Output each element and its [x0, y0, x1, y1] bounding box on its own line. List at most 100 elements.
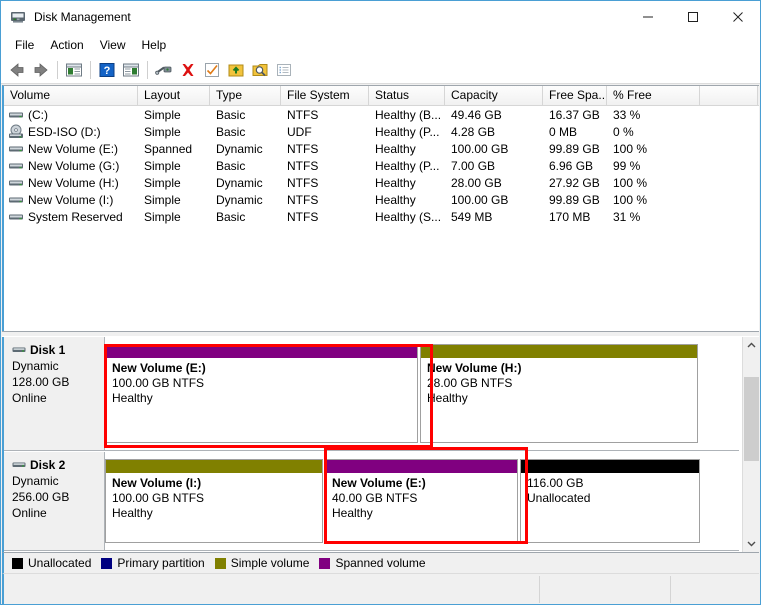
toolbar-separator-3 — [147, 60, 148, 79]
check-icon[interactable] — [200, 58, 224, 82]
cell-capacity: 7.00 GB — [451, 158, 496, 173]
delete-icon[interactable] — [176, 58, 200, 82]
partition-simple[interactable]: New Volume (H:) 28.00 GB NTFS Healthy — [420, 344, 698, 443]
cell-free-space: 99.89 GB — [549, 192, 600, 207]
partition-unallocated[interactable]: 116.00 GB Unallocated — [520, 459, 700, 543]
volume-icon — [8, 175, 24, 191]
table-row[interactable]: New Volume (E:) Spanned Dynamic NTFS Healthy… — [4, 140, 759, 157]
menu-item-action[interactable]: Action — [42, 35, 91, 55]
scrollbar-thumb[interactable] — [744, 377, 759, 461]
cell-volume-label: New Volume (H:) — [28, 175, 119, 190]
cell-percent-free: 100 % — [613, 175, 648, 190]
window-controls — [625, 1, 760, 33]
partition-spanned[interactable]: New Volume (E:) 40.00 GB NTFS Healthy — [325, 459, 518, 543]
table-row[interactable]: New Volume (G:) Simple Basic NTFS Healthy (P… — [4, 157, 759, 174]
column-header-status[interactable]: Status — [369, 86, 445, 105]
column-header-percent-free[interactable]: % Free — [607, 86, 700, 105]
maximize-button[interactable] — [670, 1, 715, 33]
partition-color-bar — [421, 345, 697, 358]
cell-status: Healthy — [375, 192, 416, 207]
partition-color-bar — [326, 460, 517, 473]
back-arrow-icon[interactable] — [5, 58, 29, 82]
cell-free-space: 0 MB — [549, 124, 578, 139]
volume-list-body: (C:) Simple Basic NTFS Healthy (B... 49.46 GB… — [4, 106, 759, 225]
close-button[interactable] — [715, 1, 760, 33]
disk-row[interactable]: Disk 2 Dynamic 256.00 GB Online New Volume (… — [4, 452, 739, 551]
disk-management-icon — [10, 9, 26, 25]
column-header-layout[interactable]: Layout — [138, 86, 210, 105]
disk-type: Dynamic — [12, 359, 59, 373]
detail-view-icon[interactable] — [272, 58, 296, 82]
table-row[interactable]: New Volume (H:) Simple Dynamic NTFS Healthy 2… — [4, 174, 759, 191]
column-header-spacer[interactable] — [700, 86, 758, 105]
menu-item-file[interactable]: File — [7, 35, 42, 55]
column-header-free-space[interactable]: Free Spa... — [543, 86, 607, 105]
column-header-volume[interactable]: Volume — [4, 86, 138, 105]
disk-info-1[interactable]: Disk 1 Dynamic 128.00 GB Online — [4, 337, 105, 450]
scroll-up-icon[interactable] — [743, 337, 759, 354]
partition-status: Healthy — [427, 391, 468, 405]
menu-bar: File Action View Help — [1, 33, 760, 56]
column-header-type[interactable]: Type — [210, 86, 281, 105]
volume-icon — [8, 192, 24, 208]
cell-status: Healthy (P... — [375, 124, 440, 139]
table-row[interactable]: ESD-ISO (D:) Simple Basic UDF Healthy (P... 4… — [4, 123, 759, 140]
cell-volume-label: (C:) — [28, 107, 48, 122]
table-row[interactable]: New Volume (I:) Simple Dynamic NTFS Healthy 1… — [4, 191, 759, 208]
cell-file-system: NTFS — [287, 175, 319, 190]
cell-layout: Simple — [144, 192, 181, 207]
cell-volume: (C:) — [4, 107, 138, 123]
table-row[interactable]: System Reserved Simple Basic NTFS Healthy (S… — [4, 208, 759, 225]
scroll-down-icon[interactable] — [743, 535, 759, 552]
window-title: Disk Management — [34, 10, 131, 24]
graphical-view-scrollbar[interactable] — [742, 337, 759, 552]
cell-status: Healthy — [375, 141, 416, 156]
disk-icon — [12, 343, 26, 357]
show-hide-action-pane-icon[interactable] — [119, 58, 143, 82]
cell-type: Basic — [216, 107, 246, 122]
minimize-button[interactable] — [625, 1, 670, 33]
column-header-file-system[interactable]: File System — [281, 86, 369, 105]
volume-list-panel: Volume Layout Type File System Status Ca… — [2, 85, 759, 331]
partition-size: 28.00 GB NTFS — [427, 376, 513, 390]
cell-status: Healthy (B... — [375, 107, 442, 122]
properties-icon[interactable] — [152, 58, 176, 82]
cell-free-space: 6.96 GB — [549, 158, 594, 173]
menu-item-view[interactable]: View — [92, 35, 134, 55]
cell-layout: Simple — [144, 107, 181, 122]
cell-capacity: 549 MB — [451, 209, 493, 224]
cell-volume-label: System Reserved — [28, 209, 123, 224]
cell-file-system: NTFS — [287, 192, 319, 207]
cell-volume: New Volume (E:) — [4, 141, 138, 157]
disk-icon — [12, 458, 26, 472]
partition-size: 116.00 GB — [527, 476, 584, 490]
partition-spanned[interactable]: New Volume (E:) 100.00 GB NTFS Healthy — [105, 344, 418, 443]
legend-label: Simple volume — [230, 556, 310, 570]
disk-row[interactable]: Disk 1 Dynamic 128.00 GB Online New Volume (… — [4, 337, 739, 451]
disk-state: Online — [12, 506, 47, 520]
forward-arrow-icon[interactable] — [29, 58, 53, 82]
search-icon[interactable] — [248, 58, 272, 82]
column-header-capacity[interactable]: Capacity — [445, 86, 543, 105]
cell-status: Healthy (P... — [375, 158, 440, 173]
volume-icon — [8, 209, 24, 225]
cell-free-space: 16.37 GB — [549, 107, 600, 122]
cell-percent-free: 100 % — [613, 192, 648, 207]
export-list-icon[interactable] — [224, 58, 248, 82]
cell-layout: Spanned — [144, 141, 193, 156]
menu-item-help[interactable]: Help — [134, 35, 175, 55]
disk-name: Disk 2 — [30, 458, 66, 472]
cell-volume: New Volume (H:) — [4, 175, 138, 191]
cell-type: Dynamic — [216, 192, 263, 207]
show-hide-console-tree-icon[interactable] — [62, 58, 86, 82]
title-bar: Disk Management — [1, 1, 760, 33]
partition-color-bar — [106, 460, 322, 473]
partition-details: 116.00 GB Unallocated — [521, 473, 699, 506]
legend-item: Unallocated — [12, 556, 91, 570]
disk-info-2[interactable]: Disk 2 Dynamic 256.00 GB Online — [4, 452, 105, 550]
volume-icon — [8, 141, 24, 157]
table-row[interactable]: (C:) Simple Basic NTFS Healthy (B... 49.46 GB… — [4, 106, 759, 123]
disk-size: 256.00 GB — [12, 490, 70, 504]
partition-simple[interactable]: New Volume (I:) 100.00 GB NTFS Healthy — [105, 459, 323, 543]
help-icon[interactable]: ? — [95, 58, 119, 82]
